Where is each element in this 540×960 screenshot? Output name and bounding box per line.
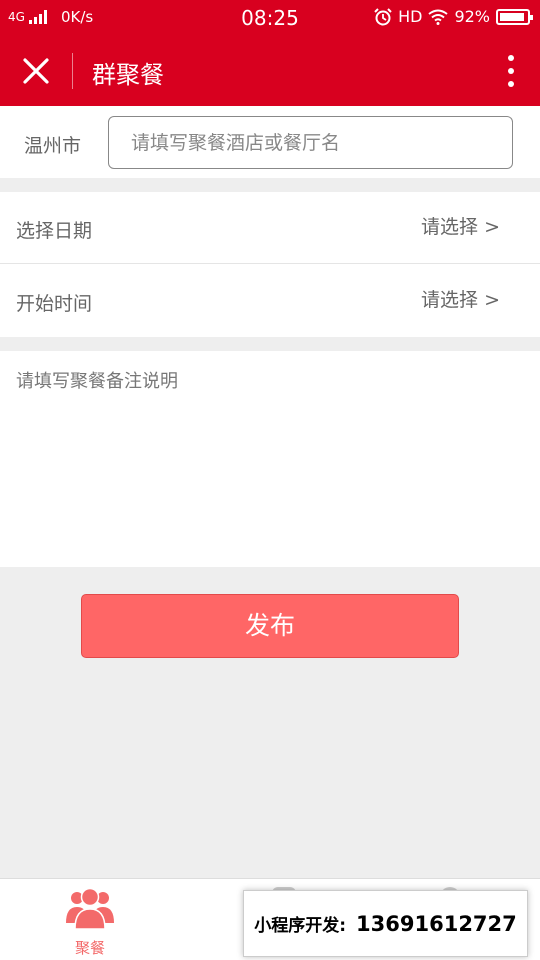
more-vertical-icon bbox=[508, 55, 514, 87]
time-picker-value: 请选择 > bbox=[421, 289, 500, 311]
publish-button[interactable]: 发布 bbox=[81, 594, 459, 658]
watermark-prefix: 小程序开发: bbox=[254, 916, 347, 936]
search-row: 温州市 bbox=[0, 106, 540, 178]
remark-area bbox=[0, 351, 540, 567]
nav-divider bbox=[72, 53, 73, 89]
tab-gathering[interactable]: 聚餐 bbox=[58, 885, 122, 959]
close-button[interactable] bbox=[18, 53, 54, 89]
tab-gathering-label: 聚餐 bbox=[74, 939, 105, 957]
date-picker-label: 选择日期 bbox=[16, 220, 93, 242]
status-right: HD 92% bbox=[374, 7, 533, 26]
city-selector[interactable]: 温州市 bbox=[24, 131, 81, 158]
alarm-icon bbox=[374, 7, 392, 25]
page-title: 群聚餐 bbox=[92, 61, 164, 89]
hd-indicator: HD bbox=[398, 7, 423, 26]
battery-fill bbox=[500, 12, 524, 21]
battery-percent: 92% bbox=[454, 7, 490, 26]
watermark-phone: 13691612727 bbox=[356, 911, 517, 936]
wifi-icon bbox=[428, 9, 449, 25]
restaurant-input[interactable] bbox=[108, 116, 513, 169]
close-icon bbox=[23, 58, 49, 84]
date-picker-value: 请选择 > bbox=[421, 216, 500, 238]
more-button[interactable] bbox=[504, 54, 518, 88]
time-picker[interactable]: 开始时间 请选择 > bbox=[0, 265, 540, 337]
date-picker[interactable]: 选择日期 请选择 > bbox=[0, 192, 540, 264]
remark-textarea[interactable] bbox=[0, 351, 540, 567]
watermark-banner: 小程序开发: 13691612727 bbox=[243, 890, 528, 957]
status-bar: 4G 0K/s 08:25 HD 92% bbox=[0, 0, 540, 36]
battery-icon bbox=[496, 8, 533, 25]
nav-bar: 群聚餐 bbox=[0, 36, 540, 106]
time-picker-label: 开始时间 bbox=[16, 293, 93, 315]
picker-group: 选择日期 请选择 > 开始时间 请选择 > bbox=[0, 192, 540, 337]
group-icon bbox=[66, 887, 114, 929]
